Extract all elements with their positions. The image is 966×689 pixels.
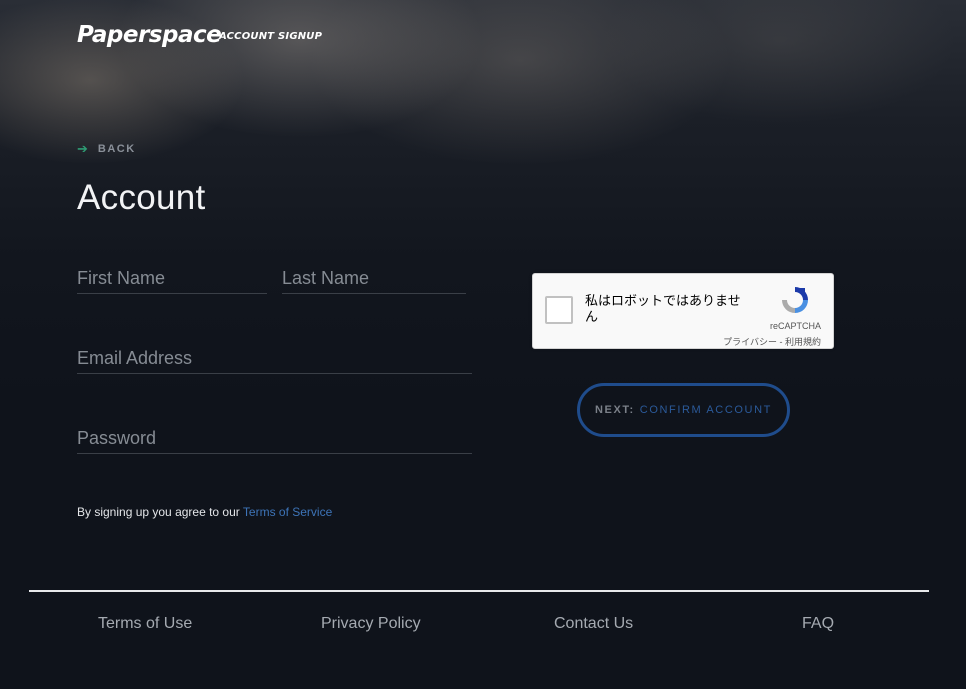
recaptcha-label: 私はロボットではありません	[585, 294, 741, 325]
terms-of-service-link[interactable]: Terms of Service	[243, 505, 332, 519]
back-link[interactable]: ➔ BACK	[77, 142, 136, 155]
next-button-prefix: NEXT:	[595, 404, 635, 416]
recaptcha-widget: 私はロボットではありません reCAPTCHA プライバシー - 利用規約	[532, 273, 834, 349]
last-name-input[interactable]	[282, 264, 466, 294]
page-title: Account	[77, 178, 206, 217]
paperspace-logo[interactable]: Paperspace	[77, 22, 222, 48]
footer-contact-us-link[interactable]: Contact Us	[554, 615, 633, 633]
next-confirm-account-button[interactable]: NEXT: CONFIRM ACCOUNT	[577, 383, 790, 437]
recaptcha-checkbox[interactable]	[545, 296, 573, 324]
footer-terms-of-use-link[interactable]: Terms of Use	[98, 615, 192, 633]
footer-faq-link[interactable]: FAQ	[802, 615, 834, 633]
arrow-left-icon: ➔	[77, 141, 88, 156]
next-button-action: CONFIRM ACCOUNT	[639, 404, 772, 416]
password-input[interactable]	[77, 424, 472, 454]
terms-prefix: By signing up you agree to our	[77, 505, 240, 519]
first-name-input[interactable]	[77, 264, 267, 294]
terms-agreement: By signing up you agree to our Terms of …	[77, 505, 332, 519]
recaptcha-brand: reCAPTCHA	[769, 321, 821, 331]
recaptcha-privacy-terms[interactable]: プライバシー - 利用規約	[723, 335, 821, 348]
account-signup-tag: ACCOUNT SIGNUP	[219, 31, 323, 42]
email-input[interactable]	[77, 344, 472, 374]
recaptcha-icon	[782, 287, 808, 313]
footer-privacy-policy-link[interactable]: Privacy Policy	[321, 615, 421, 633]
back-label: BACK	[97, 142, 136, 155]
footer-divider	[29, 590, 929, 592]
